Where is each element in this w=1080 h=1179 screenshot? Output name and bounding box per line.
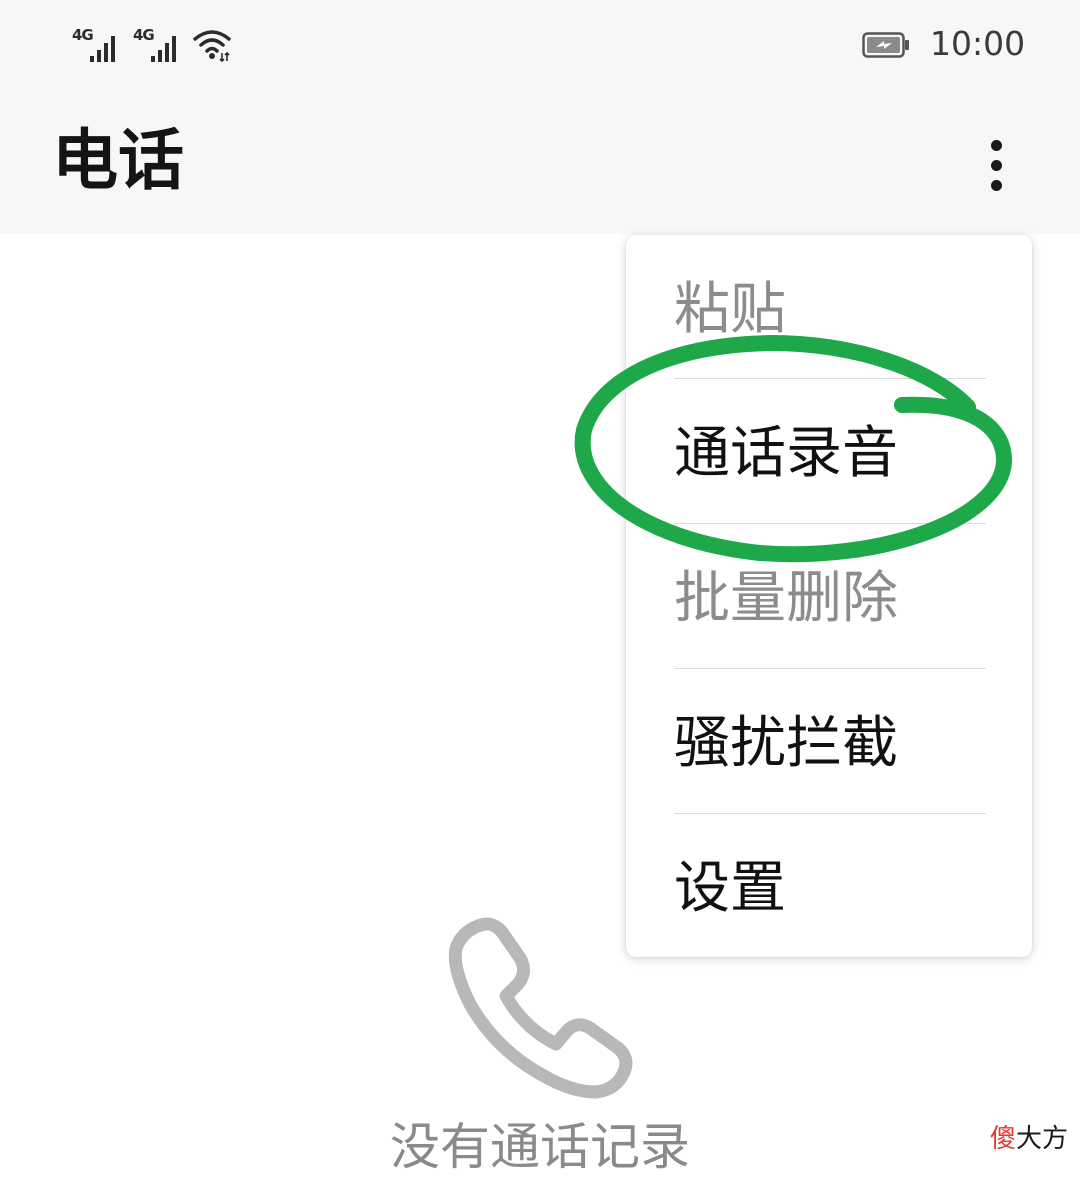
status-bar: 4G 4G 10:00 [0, 0, 1080, 90]
menu-divider [674, 523, 986, 524]
menu-divider [674, 813, 986, 814]
phone-handset-icon [448, 917, 633, 1099]
sim2-signal-icon: 4G [133, 26, 189, 62]
watermark-first-char: 傻 [990, 1124, 1017, 1154]
clock: 10:00 [930, 24, 1026, 63]
app-bar: 电话 [0, 90, 1080, 234]
menu-item-paste[interactable]: 粘贴 [674, 237, 986, 382]
battery-charging-icon [862, 32, 909, 58]
menu-divider [674, 378, 986, 379]
more-options-button[interactable] [966, 120, 1026, 210]
menu-divider [674, 668, 986, 669]
watermark-rest: 大方 [1016, 1124, 1069, 1154]
wifi-icon [193, 30, 231, 62]
page-title: 电话 [52, 122, 184, 199]
watermark: 傻大方 [990, 1126, 1068, 1152]
empty-state-message: 没有通话记录 [390, 1118, 690, 1176]
sim1-signal-icon: 4G [72, 26, 128, 62]
menu-item-call-recording[interactable]: 通话录音 [674, 381, 986, 526]
more-vertical-icon [990, 139, 1002, 151]
menu-item-spam-blocking[interactable]: 骚扰拦截 [674, 671, 986, 816]
menu-item-batch-delete[interactable]: 批量删除 [674, 526, 986, 671]
overflow-menu: 粘贴 通话录音 批量删除 骚扰拦截 设置 [626, 235, 1032, 957]
menu-item-settings[interactable]: 设置 [674, 816, 986, 961]
